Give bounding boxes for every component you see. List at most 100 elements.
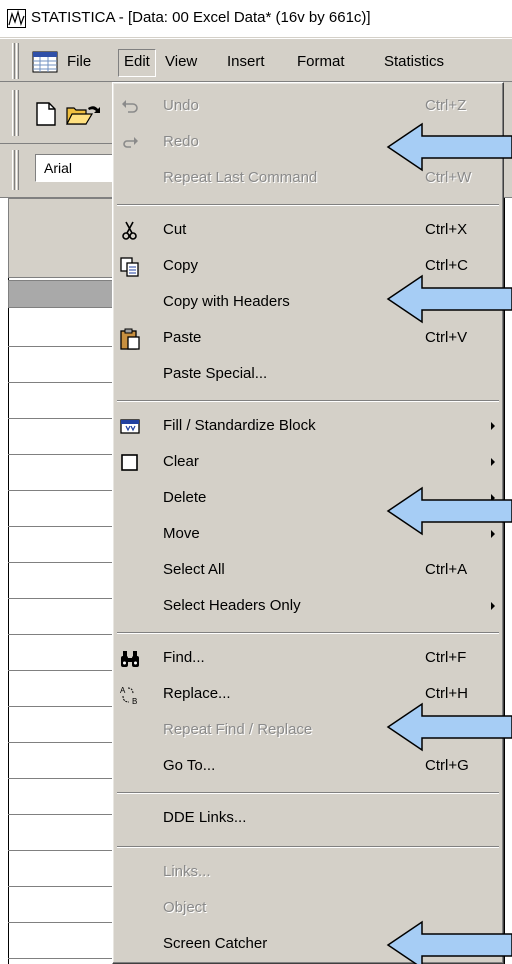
toolbar-grip-2 <box>16 90 19 136</box>
row-gridline <box>8 526 116 527</box>
row-gridline <box>8 490 116 491</box>
menu-item-select-all[interactable]: Select All Ctrl+A <box>113 553 505 587</box>
row-gridline <box>8 742 116 743</box>
menu-label-undo: Undo <box>163 97 199 114</box>
menu-bar: File Edit View Insert Format Statistics <box>0 38 512 82</box>
row-gridline <box>8 706 116 707</box>
callout-arrow-icon <box>386 274 512 324</box>
row-gridline <box>8 778 116 779</box>
statistica-app-icon[interactable] <box>7 9 26 28</box>
row-gridline <box>8 454 116 455</box>
menu-separator <box>117 400 499 402</box>
submenu-arrow-icon <box>491 602 495 610</box>
menu-shortcut-find: Ctrl+F <box>425 649 467 666</box>
menu-file[interactable]: File <box>67 53 91 70</box>
menu-label-copy: Copy <box>163 257 199 274</box>
row-gridline <box>8 850 116 851</box>
fill-block-icon <box>119 416 141 438</box>
row-gridline <box>8 382 116 383</box>
copy-icon <box>119 256 141 278</box>
menu-item-dde-links[interactable]: DDE Links... <box>113 801 505 835</box>
menu-statistics[interactable]: Statistics <box>384 53 444 70</box>
menu-separator <box>117 846 499 848</box>
window-title: STATISTICA - [Data: 00 Excel Data* (16v … <box>31 9 371 26</box>
undo-icon <box>119 96 141 118</box>
menu-shortcut-go-to: Ctrl+G <box>425 757 469 774</box>
menu-item-paste-special[interactable]: Paste Special... <box>113 357 505 391</box>
menu-shortcut-paste: Ctrl+V <box>425 329 468 346</box>
spreadsheet-corner-cell[interactable] <box>8 198 116 278</box>
row-gridline <box>8 634 116 635</box>
row-gridline <box>8 598 116 599</box>
menu-format[interactable]: Format <box>297 53 345 70</box>
menu-shortcut-undo: Ctrl+Z <box>425 97 467 114</box>
submenu-arrow-icon <box>491 458 495 466</box>
menu-label-paste-special: Paste Special... <box>163 365 268 382</box>
menu-item-clear[interactable]: Clear <box>113 445 505 479</box>
menu-item-select-headers-only[interactable]: Select Headers Only <box>113 589 505 623</box>
menu-label-repeat-last-command: Repeat Last Command <box>163 169 318 186</box>
menu-item-paste[interactable]: Paste Ctrl+V <box>113 321 505 355</box>
row-gridline <box>8 418 116 419</box>
svg-text:B: B <box>132 697 137 706</box>
menu-label-fill-standardize-block: Fill / Standardize Block <box>163 417 316 434</box>
row-gridline <box>8 922 116 923</box>
callout-arrow-icon <box>386 920 512 964</box>
menubar-grip-2 <box>16 43 19 79</box>
format-toolbar-grip-2 <box>16 150 19 190</box>
submenu-arrow-icon <box>491 422 495 430</box>
menu-separator <box>117 792 499 794</box>
menu-label-screen-catcher: Screen Catcher <box>163 935 268 952</box>
menu-edit[interactable]: Edit <box>118 49 156 77</box>
menu-shortcut-copy: Ctrl+C <box>425 257 468 274</box>
menu-label-move: Move <box>163 525 200 542</box>
menu-separator <box>117 632 499 634</box>
open-folder-icon[interactable] <box>66 104 106 128</box>
menu-label-go-to: Go To... <box>163 757 216 774</box>
row-gridline <box>8 346 116 347</box>
menu-label-cut: Cut <box>163 221 187 238</box>
menu-separator <box>117 204 499 206</box>
row-gridline <box>8 886 116 887</box>
title-bar: STATISTICA - [Data: 00 Excel Data* (16v … <box>0 0 512 38</box>
menu-label-object: Object <box>163 899 207 916</box>
menu-label-find: Find... <box>163 649 205 666</box>
callout-arrow-icon <box>386 486 512 536</box>
menu-label-dde-links: DDE Links... <box>163 809 247 826</box>
menu-item-go-to[interactable]: Go To... Ctrl+G <box>113 749 505 783</box>
selected-row-header[interactable] <box>8 280 116 308</box>
font-name-combobox[interactable]: Arial <box>35 154 115 182</box>
clear-icon <box>119 452 141 474</box>
menu-label-replace: Replace... <box>163 685 231 702</box>
row-gridline <box>8 958 116 959</box>
menu-item-undo[interactable]: Undo Ctrl+Z <box>113 89 505 123</box>
replace-icon: A B <box>119 684 141 706</box>
menu-label-clear: Clear <box>163 453 199 470</box>
paste-icon <box>119 328 141 350</box>
menubar-grip[interactable] <box>12 43 15 79</box>
menu-label-redo: Redo <box>163 133 199 150</box>
menu-shortcut-replace: Ctrl+H <box>425 685 468 702</box>
callout-arrow-icon <box>386 122 512 172</box>
menu-item-fill-standardize-block[interactable]: Fill / Standardize Block <box>113 409 505 443</box>
document-window-icon[interactable] <box>32 51 58 73</box>
binoculars-icon <box>119 648 141 670</box>
redo-icon <box>119 132 141 154</box>
format-toolbar-grip[interactable] <box>12 150 15 190</box>
row-gridline <box>8 562 116 563</box>
menu-shortcut-cut: Ctrl+X <box>425 221 468 238</box>
new-document-icon[interactable] <box>35 102 57 126</box>
menu-item-links[interactable]: Links... <box>113 855 505 889</box>
menu-item-cut[interactable]: Cut Ctrl+X <box>113 213 505 247</box>
menu-label-select-headers-only: Select Headers Only <box>163 597 301 614</box>
menu-shortcut-select-all: Ctrl+A <box>425 561 468 578</box>
row-gridline <box>8 814 116 815</box>
menu-insert[interactable]: Insert <box>227 53 265 70</box>
scissors-icon <box>119 220 141 242</box>
menu-label-select-all: Select All <box>163 561 225 578</box>
menu-label-paste: Paste <box>163 329 202 346</box>
menu-item-find[interactable]: Find... Ctrl+F <box>113 641 505 675</box>
menu-view[interactable]: View <box>165 53 197 70</box>
toolbar-grip[interactable] <box>12 90 15 136</box>
svg-text:A: A <box>120 686 126 695</box>
